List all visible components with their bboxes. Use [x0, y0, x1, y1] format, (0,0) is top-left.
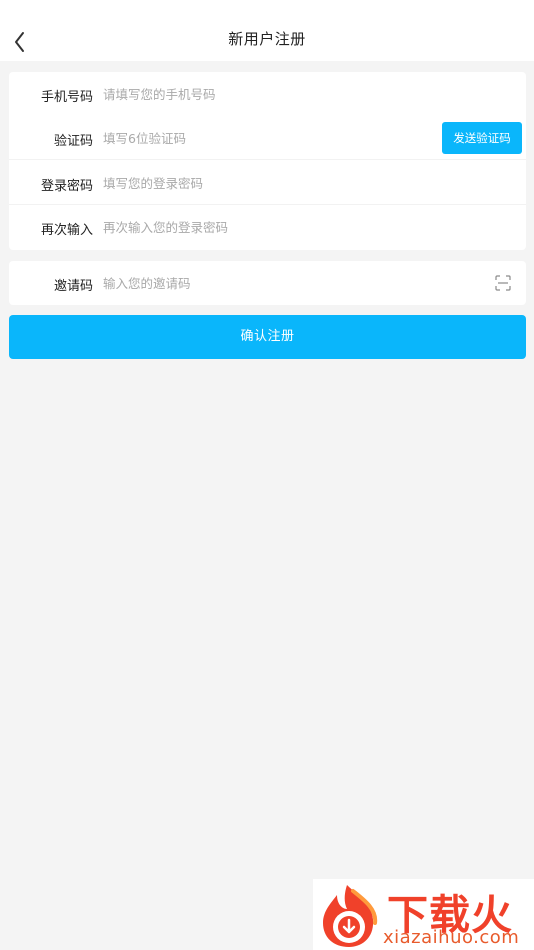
confirm-password-label: 再次输入: [40, 223, 93, 238]
code-label: 验证码: [53, 134, 93, 149]
code-input[interactable]: [103, 126, 423, 150]
scan-icon[interactable]: [495, 275, 511, 291]
confirm-password-row: 再次输入: [9, 205, 526, 249]
phone-input[interactable]: [103, 82, 433, 106]
invite-label: 邀请码: [53, 279, 93, 294]
page-title: 新用户注册: [228, 30, 306, 48]
password-label: 登录密码: [40, 179, 93, 194]
flame-logo-icon: [323, 885, 378, 947]
confirm-register-button[interactable]: 确认注册: [9, 315, 526, 359]
password-row: 登录密码: [9, 161, 526, 205]
invite-card: 邀请码: [9, 261, 526, 305]
registration-form-card: 手机号码 验证码 登录密码 再次输入 发送验证码: [9, 72, 526, 250]
confirm-password-input[interactable]: [103, 215, 433, 239]
phone-row: 手机号码: [9, 72, 526, 116]
divider: [9, 159, 526, 160]
invite-row: 邀请码: [9, 261, 526, 305]
watermark-logo: 下载火 xiazaihuo.com: [313, 879, 534, 950]
password-input[interactable]: [103, 171, 433, 195]
phone-label: 手机号码: [40, 90, 93, 105]
invite-code-input[interactable]: [103, 271, 473, 295]
watermark-url: xiazaihuo.com: [383, 927, 520, 948]
top-nav-bar: 新用户注册: [0, 0, 534, 61]
send-code-button[interactable]: 发送验证码: [442, 122, 522, 154]
